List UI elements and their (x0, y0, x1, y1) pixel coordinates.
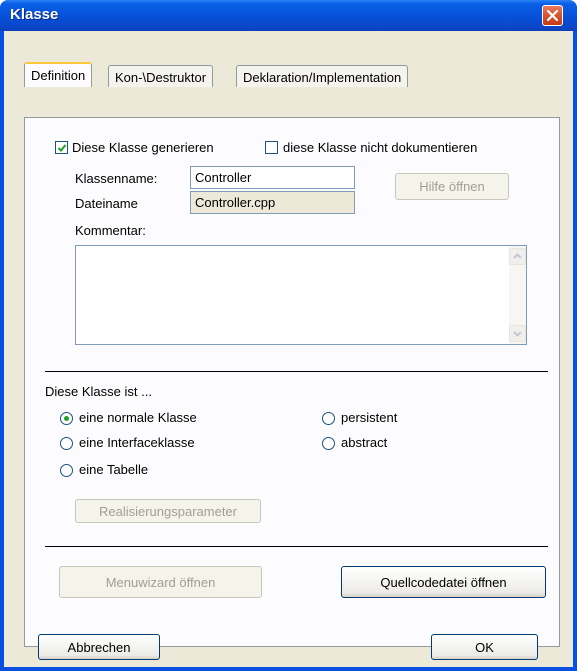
tab-label: Deklaration/Implementation (243, 70, 402, 85)
radio-interface-class-label[interactable]: eine Interfaceklasse (79, 435, 195, 450)
radio-persistent-label[interactable]: persistent (341, 410, 397, 425)
no-doc-checkbox[interactable] (265, 141, 278, 154)
checkmark-icon (57, 144, 67, 152)
radio-normal-class[interactable] (60, 412, 73, 425)
title-bar[interactable]: Klasse (0, 0, 577, 31)
radio-abstract[interactable] (322, 437, 335, 450)
window-title: Klasse (10, 6, 59, 23)
source-file-button[interactable]: Quellcodedatei öffnen (341, 566, 546, 598)
tab-label: Kon-\Destruktor (115, 70, 207, 85)
comment-scrollbar[interactable] (509, 246, 526, 344)
dialog-window: Klasse Definition Kon-\Destruktor Deklar… (0, 0, 577, 671)
close-icon (547, 10, 558, 21)
radio-persistent[interactable] (322, 412, 335, 425)
generate-class-label[interactable]: Diese Klasse generieren (72, 140, 214, 155)
menuwizard-button[interactable]: Menuwizard öffnen (59, 566, 262, 598)
tab-deklaration-implementation[interactable]: Deklaration/Implementation (236, 65, 409, 87)
filename-label: Dateiname (75, 196, 138, 211)
filename-field: Controller.cpp (190, 191, 355, 214)
radio-abstract-label[interactable]: abstract (341, 435, 387, 450)
help-button[interactable]: Hilfe öffnen (395, 173, 509, 200)
classname-input[interactable]: Controller (190, 166, 355, 189)
radio-table-label[interactable]: eine Tabelle (79, 462, 148, 477)
generate-class-checkbox[interactable] (55, 141, 68, 154)
scroll-down-button[interactable] (509, 325, 526, 342)
chevron-up-icon (513, 253, 522, 259)
classname-label: Klassenname: (75, 171, 158, 186)
definition-tab-panel: Diese Klasse generieren diese Klasse nic… (24, 117, 560, 647)
separator-top (45, 371, 548, 372)
separator-bottom (45, 546, 548, 547)
chevron-down-icon (513, 331, 522, 337)
comment-label: Kommentar: (75, 223, 146, 238)
tab-label: Definition (31, 68, 86, 83)
scroll-up-button[interactable] (509, 248, 526, 265)
tab-kon-destruktor[interactable]: Kon-\Destruktor (108, 65, 214, 87)
radio-normal-class-label[interactable]: eine normale Klasse (79, 410, 197, 425)
close-button[interactable] (542, 5, 563, 26)
ok-button[interactable]: OK (431, 634, 538, 660)
realization-params-button[interactable]: Realisierungsparameter (75, 499, 261, 523)
radio-table[interactable] (60, 464, 73, 477)
no-doc-label[interactable]: diese Klasse nicht dokumentieren (283, 140, 477, 155)
tab-definition[interactable]: Definition (24, 62, 93, 87)
dialog-client-area: Definition Kon-\Destruktor Deklaration/I… (4, 31, 573, 667)
cancel-button[interactable]: Abbrechen (38, 634, 160, 660)
radio-interface-class[interactable] (60, 437, 73, 450)
comment-textarea[interactable] (75, 245, 527, 345)
class-type-heading: Diese Klasse ist ... (45, 384, 152, 399)
